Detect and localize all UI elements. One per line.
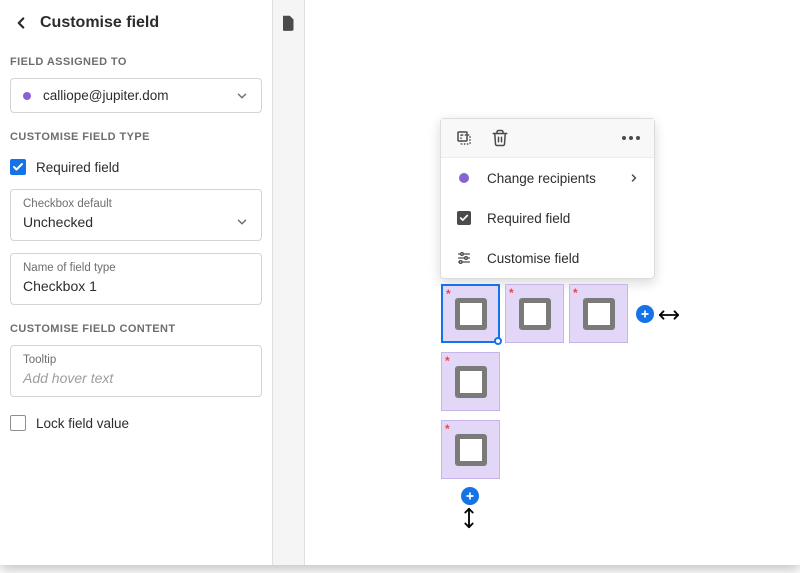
checkbox-inner-icon: [583, 298, 615, 330]
resize-vertical-cursor[interactable]: [463, 507, 477, 529]
sliders-icon: [456, 250, 472, 266]
lock-label: Lock field value: [36, 416, 129, 431]
recipient-select[interactable]: calliope@jupiter.dom: [10, 78, 262, 113]
default-label: Checkbox default: [23, 198, 249, 210]
change-recipients-item[interactable]: Change recipients: [441, 158, 654, 198]
required-star-icon: *: [573, 286, 578, 300]
required-label: Required field: [36, 160, 119, 175]
name-input[interactable]: Name of field type Checkbox 1: [10, 253, 262, 305]
add-field-right-button[interactable]: [636, 305, 654, 323]
required-field-label: Required field: [487, 211, 640, 226]
more-icon[interactable]: [622, 136, 640, 140]
checkbox-icon: [457, 211, 471, 225]
duplicate-icon[interactable]: [455, 129, 473, 147]
content-section-label: CUSTOMISE FIELD CONTENT: [0, 309, 272, 341]
checkbox-field[interactable]: *: [441, 352, 500, 411]
required-star-icon: *: [446, 287, 451, 301]
recipient-value: calliope@jupiter.dom: [43, 88, 235, 103]
checkbox-field[interactable]: *: [441, 420, 500, 479]
checkbox-inner-icon: [455, 298, 487, 330]
chevron-down-icon: [235, 89, 249, 103]
recipient-dot-icon: [23, 92, 31, 100]
required-checkbox[interactable]: [10, 159, 26, 175]
lock-checkbox[interactable]: [10, 415, 26, 431]
context-menu: Change recipients Required field Customi…: [440, 118, 655, 279]
type-section-label: CUSTOMISE FIELD TYPE: [0, 117, 272, 149]
checkbox-inner-icon: [455, 434, 487, 466]
tooltip-label: Tooltip: [23, 354, 249, 366]
checkbox-field[interactable]: *: [569, 284, 628, 343]
resize-horizontal-cursor[interactable]: [658, 308, 680, 322]
add-field-bottom-button[interactable]: [461, 487, 479, 505]
document-icon[interactable]: [280, 14, 298, 34]
chevron-right-icon: [628, 172, 640, 184]
trash-icon[interactable]: [491, 129, 509, 147]
checkbox-inner-icon: [455, 366, 487, 398]
tooltip-placeholder: Add hover text: [23, 370, 249, 386]
change-recipients-label: Change recipients: [487, 171, 628, 186]
assigned-to-label: FIELD ASSIGNED TO: [0, 42, 272, 74]
recipient-dot-icon: [459, 173, 469, 183]
checkbox-field[interactable]: *: [441, 284, 500, 343]
customise-field-label: Customise field: [487, 251, 640, 266]
name-label: Name of field type: [23, 262, 249, 274]
checkbox-field[interactable]: *: [505, 284, 564, 343]
page-title: Customise field: [40, 14, 159, 32]
required-star-icon: *: [509, 286, 514, 300]
required-field-item[interactable]: Required field: [441, 198, 654, 238]
back-button[interactable]: [12, 14, 30, 32]
tooltip-input[interactable]: Tooltip Add hover text: [10, 345, 262, 397]
canvas[interactable]: [305, 0, 800, 565]
resize-handle[interactable]: [494, 337, 502, 345]
default-value: Unchecked: [23, 214, 235, 230]
chevron-down-icon: [235, 215, 249, 229]
checkbox-inner-icon: [519, 298, 551, 330]
name-value: Checkbox 1: [23, 278, 249, 294]
required-star-icon: *: [445, 354, 450, 368]
customise-field-item[interactable]: Customise field: [441, 238, 654, 278]
default-select[interactable]: Checkbox default Unchecked: [10, 189, 262, 241]
required-star-icon: *: [445, 422, 450, 436]
